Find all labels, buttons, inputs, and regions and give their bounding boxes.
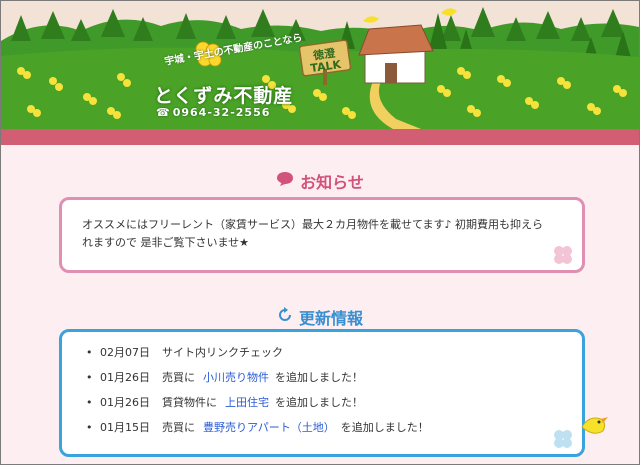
update-item: • 02月07日 サイト内リンクチェック <box>86 340 429 365</box>
page-frame: 宇城・宇土の不動産のことなら とくずみ不動産 ☎ 0964-32-2556 徳澄 … <box>0 0 640 465</box>
header-divider-stripe <box>1 129 639 145</box>
bullet-icon: • <box>86 346 93 359</box>
update-link[interactable]: 上田住宅 <box>225 396 269 409</box>
header-banner: 宇城・宇土の不動産のことなら とくずみ不動産 ☎ 0964-32-2556 徳澄 … <box>1 1 639 129</box>
update-date: 02月07日 <box>100 346 150 359</box>
bird-icon <box>581 417 608 434</box>
update-date: 01月26日 <box>100 371 150 384</box>
bullet-icon: • <box>86 421 93 434</box>
update-suffix: を追加しました！ <box>340 421 429 434</box>
bullet-icon: • <box>86 371 93 384</box>
notice-heading: お知らせ <box>1 169 639 193</box>
refresh-icon <box>277 307 293 327</box>
update-suffix: を追加しました！ <box>275 371 363 384</box>
phone-icon: ☎ <box>156 106 171 119</box>
speech-bubble-icon <box>276 171 294 191</box>
phone-number: 0964-32-2556 <box>172 106 271 119</box>
notice-title: お知らせ <box>300 173 364 192</box>
update-link[interactable]: 豊野売りアパート（土地） <box>203 421 335 434</box>
updates-heading: 更新情報 <box>1 305 639 329</box>
update-category: 賃貸物件に <box>162 396 217 409</box>
notice-box: オススメにはフリーレント（家賃サービス）最大２カ月物件を載せてます♪ 初期費用も… <box>59 197 585 273</box>
update-link[interactable]: 小川売り物件 <box>203 371 269 384</box>
update-item: • 01月15日 売買に 豊野売りアパート（土地） を追加しました！ <box>86 415 429 440</box>
clover-icon <box>554 430 572 448</box>
updates-list: • 02月07日 サイト内リンクチェック • 01月26日 売買に 小川売り物件 を追加しま… <box>86 340 429 440</box>
update-suffix: を追加しました！ <box>275 396 363 409</box>
company-logo-name[interactable]: とくずみ不動産 <box>154 81 293 108</box>
update-item: • 01月26日 売買に 小川売り物件 を追加しました！ <box>86 365 429 390</box>
update-date: 01月26日 <box>100 396 150 409</box>
clover-icon <box>554 246 572 264</box>
update-date: 01月15日 <box>100 421 150 434</box>
update-category: 売買に <box>162 421 195 434</box>
notice-text: オススメにはフリーレント（家賃サービス）最大２カ月物件を載せてます♪ 初期費用も… <box>82 218 543 249</box>
update-item: • 01月26日 賃貸物件に 上田住宅 を追加しました！ <box>86 390 429 415</box>
company-phone: ☎ 0964-32-2556 <box>156 106 270 119</box>
bullet-icon: • <box>86 396 93 409</box>
update-text: サイト内リンクチェック <box>162 346 283 359</box>
updates-title: 更新情報 <box>298 309 363 328</box>
updates-box: • 02月07日 サイト内リンクチェック • 01月26日 売買に 小川売り物件 を追加しま… <box>59 329 585 457</box>
update-category: 売買に <box>162 371 195 384</box>
